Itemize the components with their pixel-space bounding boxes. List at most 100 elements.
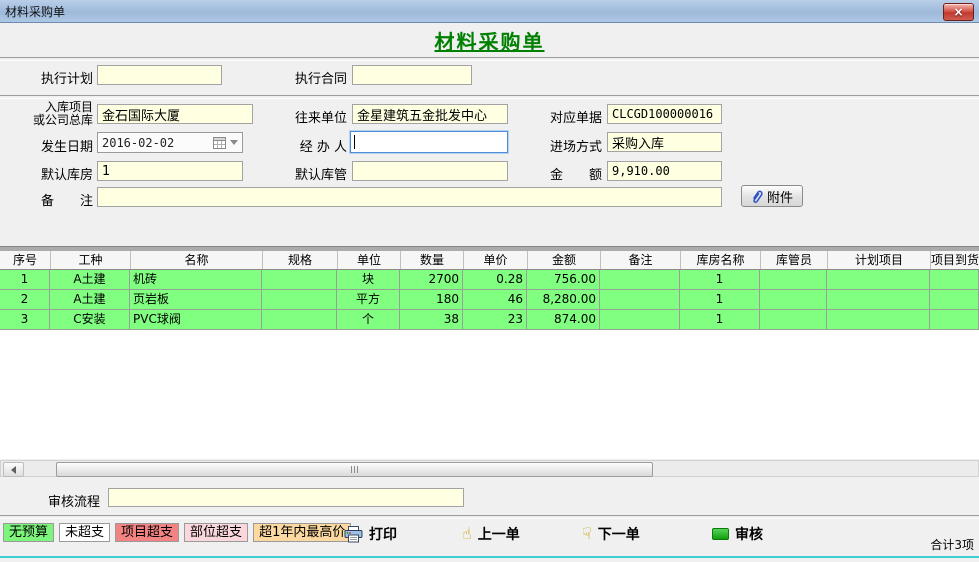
project-input[interactable] bbox=[97, 104, 253, 124]
table-cell[interactable]: 1 bbox=[680, 270, 760, 290]
table-cell[interactable]: 个 bbox=[337, 310, 400, 330]
divider-top bbox=[0, 57, 979, 61]
column-header[interactable]: 库管员 bbox=[760, 251, 827, 269]
review-flow-label: 审核流程 bbox=[0, 491, 100, 510]
attach-button[interactable]: 附件 bbox=[741, 185, 803, 207]
table-cell[interactable]: PVC球阀 bbox=[130, 310, 262, 330]
column-header[interactable]: 单位 bbox=[337, 251, 400, 269]
horizontal-scrollbar[interactable] bbox=[0, 460, 979, 477]
scrollbar-thumb[interactable] bbox=[56, 462, 653, 477]
entry-label: 进场方式 bbox=[520, 136, 602, 155]
text-caret bbox=[354, 135, 355, 149]
scroll-left-icon bbox=[11, 466, 16, 474]
table-cell[interactable] bbox=[262, 270, 337, 290]
table-cell[interactable]: 1 bbox=[0, 270, 50, 290]
table-cell[interactable]: 页岩板 bbox=[130, 290, 262, 310]
column-header[interactable]: 计划项目 bbox=[827, 251, 930, 269]
column-header[interactable]: 名称 bbox=[130, 251, 262, 269]
remark-input[interactable] bbox=[97, 187, 722, 207]
table-cell[interactable]: A土建 bbox=[50, 270, 130, 290]
column-header[interactable]: 单价 bbox=[463, 251, 527, 269]
hand-up-icon: ☝ bbox=[462, 526, 472, 542]
date-value: 2016-02-02 bbox=[102, 136, 213, 150]
table-cell[interactable] bbox=[930, 270, 979, 290]
column-header[interactable]: 项目到货 bbox=[930, 251, 979, 269]
table-cell[interactable] bbox=[600, 290, 680, 310]
table-cell[interactable] bbox=[760, 270, 827, 290]
legend-badge: 未超支 bbox=[59, 523, 110, 542]
table-cell[interactable]: 3 bbox=[0, 310, 50, 330]
table-cell[interactable]: 块 bbox=[337, 270, 400, 290]
table-cell[interactable] bbox=[930, 310, 979, 330]
column-header[interactable]: 金额 bbox=[527, 251, 600, 269]
table-cell[interactable]: 46 bbox=[463, 290, 527, 310]
prev-button-label: 上一单 bbox=[478, 524, 520, 544]
exec-contract-input[interactable] bbox=[352, 65, 472, 85]
exec-plan-label: 执行计划 bbox=[0, 68, 93, 87]
warehouse-input[interactable] bbox=[97, 161, 243, 181]
table-cell[interactable] bbox=[930, 290, 979, 310]
close-icon: × bbox=[953, 6, 963, 18]
table-cell[interactable] bbox=[600, 270, 680, 290]
exec-plan-input[interactable] bbox=[97, 65, 222, 85]
table-cell[interactable]: 2700 bbox=[400, 270, 463, 290]
column-header[interactable]: 库房名称 bbox=[680, 251, 760, 269]
table-cell[interactable] bbox=[600, 310, 680, 330]
review-flow-input[interactable] bbox=[108, 488, 464, 507]
scroll-left-button[interactable] bbox=[3, 462, 24, 477]
attach-button-label: 附件 bbox=[767, 187, 793, 206]
table-row[interactable]: 1A土建机砖块27000.28756.001 bbox=[0, 270, 979, 290]
table-cell[interactable]: A土建 bbox=[50, 290, 130, 310]
column-header[interactable]: 数量 bbox=[400, 251, 463, 269]
print-button[interactable]: 打印 bbox=[344, 524, 397, 544]
column-header[interactable]: 工种 bbox=[50, 251, 130, 269]
column-header[interactable]: 备注 bbox=[600, 251, 680, 269]
next-button[interactable]: ☟ 下一单 bbox=[582, 524, 640, 544]
amount-input[interactable] bbox=[607, 161, 722, 181]
table-row[interactable]: 3C安装PVC球阀 个3823874.00 1 bbox=[0, 310, 979, 330]
table-cell[interactable]: 8,280.00 bbox=[527, 290, 600, 310]
close-button[interactable]: × bbox=[943, 3, 974, 21]
table-row[interactable]: 2A土建页岩板 平方180468,280.00 1 bbox=[0, 290, 979, 310]
handler-input[interactable] bbox=[350, 131, 508, 153]
column-header[interactable]: 序号 bbox=[0, 251, 50, 269]
table-cell[interactable]: 0.28 bbox=[463, 270, 527, 290]
bottom-accent-line bbox=[0, 556, 979, 558]
table-cell[interactable]: 1 bbox=[680, 310, 760, 330]
warehouse-label: 默认库房 bbox=[0, 164, 93, 183]
contact-input[interactable] bbox=[352, 104, 508, 124]
table-cell[interactable] bbox=[262, 310, 337, 330]
table-cell[interactable] bbox=[262, 290, 337, 310]
table-cell[interactable] bbox=[760, 310, 827, 330]
audit-button-label: 审核 bbox=[735, 524, 763, 544]
exec-contract-label: 执行合同 bbox=[270, 68, 347, 87]
window-titlebar[interactable]: 材料采购单 × bbox=[0, 0, 979, 23]
keeper-input[interactable] bbox=[352, 161, 508, 181]
table-cell[interactable] bbox=[827, 310, 930, 330]
table-cell[interactable]: 机砖 bbox=[130, 270, 262, 290]
table-cell[interactable]: 756.00 bbox=[527, 270, 600, 290]
entry-input[interactable] bbox=[607, 132, 722, 152]
table-cell[interactable]: 38 bbox=[400, 310, 463, 330]
table-cell[interactable]: 2 bbox=[0, 290, 50, 310]
table-cell[interactable]: 1 bbox=[680, 290, 760, 310]
table-cell[interactable] bbox=[827, 270, 930, 290]
table-cell[interactable]: 874.00 bbox=[527, 310, 600, 330]
column-header[interactable]: 规格 bbox=[262, 251, 337, 269]
table-cell[interactable] bbox=[827, 290, 930, 310]
audit-button[interactable]: 审核 bbox=[712, 524, 763, 544]
date-dropdown-icon[interactable] bbox=[230, 140, 238, 145]
prev-button[interactable]: ☝ 上一单 bbox=[462, 524, 520, 544]
project-label: 入库项目 或公司总库 bbox=[0, 101, 93, 127]
table-cell[interactable] bbox=[760, 290, 827, 310]
legend-badge: 部位超支 bbox=[184, 523, 248, 542]
divider-bottom bbox=[0, 515, 979, 519]
table-body: 1A土建机砖块27000.28756.0012A土建页岩板平方180468,28… bbox=[0, 270, 979, 330]
doc-input[interactable] bbox=[607, 104, 722, 124]
table-cell[interactable]: 平方 bbox=[337, 290, 400, 310]
table-cell[interactable]: C安装 bbox=[50, 310, 130, 330]
date-input[interactable]: 2016-02-02 bbox=[97, 132, 243, 153]
table-cell[interactable]: 180 bbox=[400, 290, 463, 310]
table-cell[interactable]: 23 bbox=[463, 310, 527, 330]
status-legend: 无预算未超支项目超支部位超支超1年内最高价 bbox=[3, 523, 351, 542]
